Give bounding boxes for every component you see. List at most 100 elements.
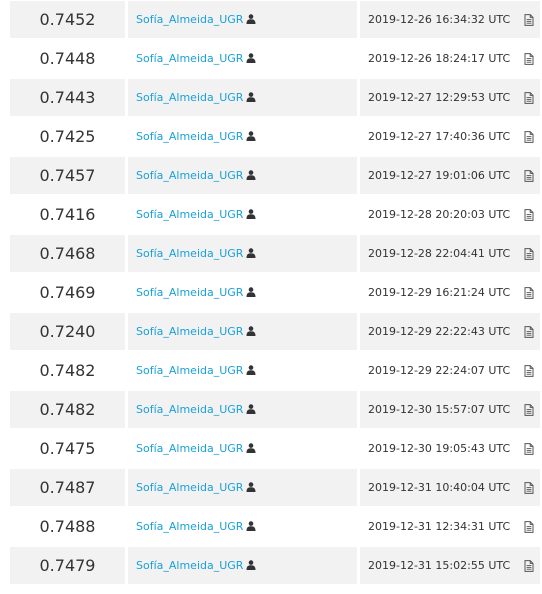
user-cell: Sofía_Almeida_UGR [128,547,357,584]
file-icon[interactable] [523,481,535,494]
user-link[interactable]: Sofía_Almeida_UGR [136,481,243,494]
file-icon[interactable] [523,13,535,26]
timestamp-cell: 2019-12-31 12:34:31 UTC [360,508,540,545]
table-row: 0.7457 Sofía_Almeida_UGR 2019-12-27 19:0… [0,156,542,195]
submission-timestamp: 2019-12-29 22:22:43 UTC [368,325,511,338]
submission-timestamp: 2019-12-28 22:04:41 UTC [368,247,511,260]
table-row: 0.7240 Sofía_Almeida_UGR 2019-12-29 22:2… [0,312,542,351]
submission-timestamp: 2019-12-28 20:20:03 UTC [368,208,511,221]
user-link[interactable]: Sofía_Almeida_UGR [136,403,243,416]
score-cell: 0.7487 [10,469,125,506]
table-row: 0.7487 Sofía_Almeida_UGR 2019-12-31 10:4… [0,468,542,507]
file-icon[interactable] [523,520,535,533]
file-icon[interactable] [523,169,535,182]
user-link[interactable]: Sofía_Almeida_UGR [136,442,243,455]
user-icon [246,53,256,63]
score-cell: 0.7482 [39,361,96,380]
timestamp-cell: 2019-12-27 17:40:36 UTC [360,118,540,155]
user-icon [246,170,256,180]
submission-timestamp: 2019-12-31 15:02:55 UTC [368,559,511,572]
timestamp-cell: 2019-12-28 22:04:41 UTC [360,235,540,272]
submission-timestamp: 2019-12-27 17:40:36 UTC [368,130,511,143]
score-cell: 0.7468 [10,235,125,272]
submission-timestamp: 2019-12-31 10:40:04 UTC [368,481,511,494]
timestamp-cell: 2019-12-29 16:21:24 UTC [360,274,540,311]
file-icon[interactable] [523,247,535,260]
table-row: 0.7416 Sofía_Almeida_UGR 2019-12-28 20:2… [0,195,542,234]
submission-timestamp: 2019-12-29 22:24:07 UTC [368,364,511,377]
user-cell: Sofía_Almeida_UGR [128,391,357,428]
user-link[interactable]: Sofía_Almeida_UGR [136,247,243,260]
user-icon [246,326,256,336]
user-cell: Sofía_Almeida_UGR [128,118,357,155]
user-cell: Sofía_Almeida_UGR [128,235,357,272]
table-row: 0.7448 Sofía_Almeida_UGR 2019-12-26 18:2… [0,39,542,78]
submission-timestamp: 2019-12-31 12:34:31 UTC [368,520,511,533]
file-icon[interactable] [523,325,535,338]
timestamp-cell: 2019-12-28 20:20:03 UTC [360,196,540,233]
table-row: 0.7443 Sofía_Almeida_UGR 2019-12-27 12:2… [0,78,542,117]
user-link[interactable]: Sofía_Almeida_UGR [136,130,243,143]
table-row: 0.7452 Sofía_Almeida_UGR 2019-12-26 16:3… [0,0,542,39]
score-cell: 0.7469 [39,283,96,302]
file-icon[interactable] [523,559,535,572]
submission-timestamp: 2019-12-27 12:29:53 UTC [368,91,511,104]
file-icon[interactable] [523,403,535,416]
user-cell: Sofía_Almeida_UGR [128,40,357,77]
user-link[interactable]: Sofía_Almeida_UGR [136,325,243,338]
submission-timestamp: 2019-12-29 16:21:24 UTC [368,286,511,299]
score-cell: 0.7488 [39,517,96,536]
user-link[interactable]: Sofía_Almeida_UGR [136,13,243,26]
table-row: 0.7468 Sofía_Almeida_UGR 2019-12-28 22:0… [0,234,542,273]
timestamp-cell: 2019-12-29 22:24:07 UTC [360,352,540,389]
user-link[interactable]: Sofía_Almeida_UGR [136,286,243,299]
user-icon [246,248,256,258]
file-icon[interactable] [523,130,535,143]
table-row: 0.7475 Sofía_Almeida_UGR 2019-12-30 19:0… [0,429,542,468]
timestamp-cell: 2019-12-26 18:24:17 UTC [360,40,540,77]
user-link[interactable]: Sofía_Almeida_UGR [136,52,243,65]
user-icon [246,131,256,141]
timestamp-cell: 2019-12-30 15:57:07 UTC [360,391,540,428]
user-link[interactable]: Sofía_Almeida_UGR [136,91,243,104]
user-icon [246,482,256,492]
score-cell: 0.7240 [10,313,125,350]
file-icon[interactable] [523,91,535,104]
user-icon [246,560,256,570]
timestamp-cell: 2019-12-30 19:05:43 UTC [360,430,540,467]
user-link[interactable]: Sofía_Almeida_UGR [136,169,243,182]
table-row: 0.7425 Sofía_Almeida_UGR 2019-12-27 17:4… [0,117,542,156]
file-icon[interactable] [523,286,535,299]
user-link[interactable]: Sofía_Almeida_UGR [136,520,243,533]
user-icon [246,404,256,414]
user-cell: Sofía_Almeida_UGR [128,274,357,311]
score-cell: 0.7448 [39,49,96,68]
timestamp-cell: 2019-12-26 16:34:32 UTC [360,1,540,38]
score-cell: 0.7479 [10,547,125,584]
file-icon[interactable] [523,364,535,377]
user-cell: Sofía_Almeida_UGR [128,313,357,350]
submissions-table: 0.7452 Sofía_Almeida_UGR 2019-12-26 16:3… [0,0,542,585]
submission-timestamp: 2019-12-30 15:57:07 UTC [368,403,511,416]
timestamp-cell: 2019-12-27 19:01:06 UTC [360,157,540,194]
user-cell: Sofía_Almeida_UGR [128,430,357,467]
timestamp-cell: 2019-12-27 12:29:53 UTC [360,79,540,116]
table-body: 0.7452 Sofía_Almeida_UGR 2019-12-26 16:3… [0,0,542,585]
user-link[interactable]: Sofía_Almeida_UGR [136,364,243,377]
user-icon [246,92,256,102]
user-cell: Sofía_Almeida_UGR [128,196,357,233]
table-row: 0.7469 Sofía_Almeida_UGR 2019-12-29 16:2… [0,273,542,312]
user-link[interactable]: Sofía_Almeida_UGR [136,208,243,221]
file-icon[interactable] [523,442,535,455]
file-icon[interactable] [523,208,535,221]
score-cell: 0.7457 [10,157,125,194]
score-cell: 0.7443 [10,79,125,116]
score-cell: 0.7425 [39,127,96,146]
user-link[interactable]: Sofía_Almeida_UGR [136,559,243,572]
file-icon[interactable] [523,52,535,65]
submission-timestamp: 2019-12-26 16:34:32 UTC [368,13,511,26]
score-cell: 0.7475 [39,439,96,458]
user-icon [246,365,256,375]
submission-timestamp: 2019-12-30 19:05:43 UTC [368,442,511,455]
user-icon [246,209,256,219]
